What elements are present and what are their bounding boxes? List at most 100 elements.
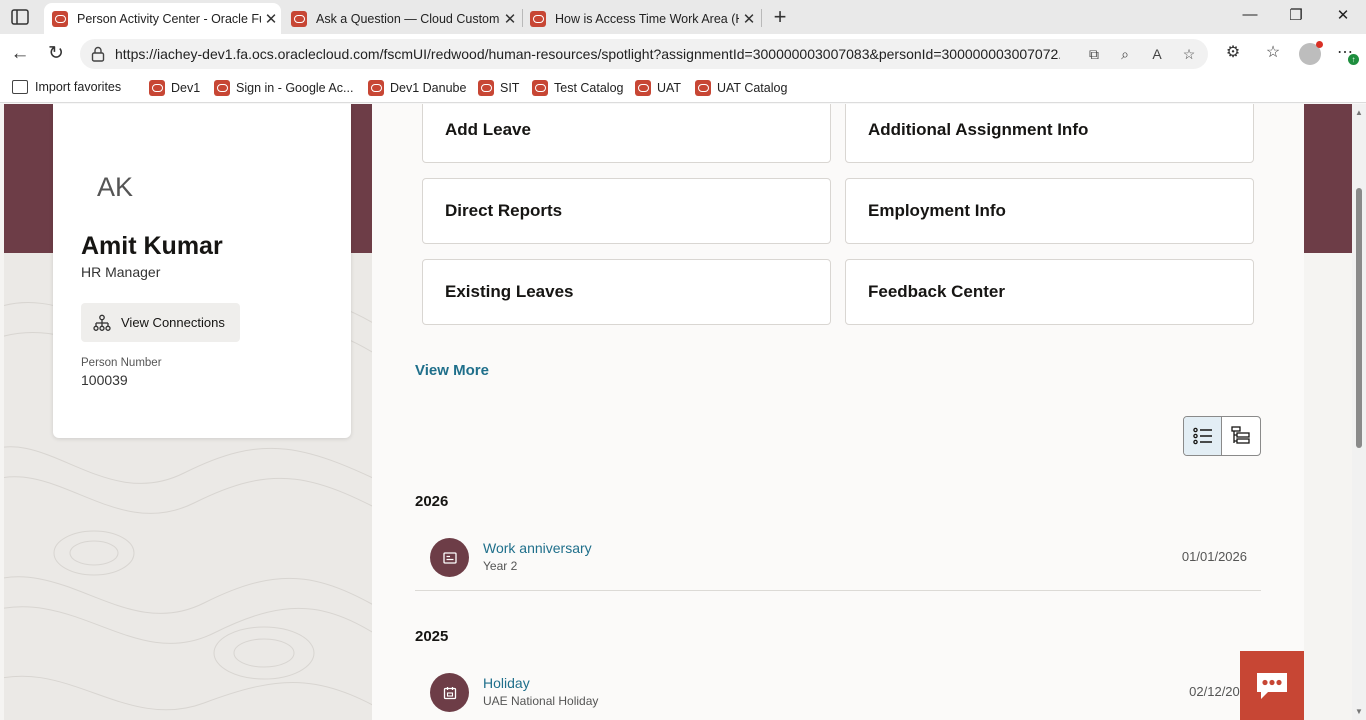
person-number-value: 100039 [81,372,128,388]
address-bar[interactable]: https://iachey-dev1.fa.ocs.oraclecloud.c… [80,39,1208,69]
event-title-link[interactable]: Holiday [483,675,530,691]
favorite-label: UAT Catalog [717,81,788,95]
zoom-icon[interactable]: ⌕ [1116,45,1134,63]
timeline-view-button[interactable] [1222,417,1260,455]
avatar-initials: AK [97,172,134,202]
tile-feedback-center[interactable]: Feedback Center [845,259,1254,325]
oracle-favicon-icon [695,80,711,96]
favorites-bar: Import favorites Dev1 Sign in - Google A… [0,74,1366,103]
oracle-favicon-icon [214,80,230,96]
event-subtitle: UAE National Holiday [483,694,599,708]
oracle-favicon-icon [478,80,494,96]
update-badge-icon: ↑ [1348,54,1359,65]
page-content: AK Amit Kumar HR Manager View Connection… [0,104,1352,720]
tab-title: Ask a Question — Cloud Custome [316,11,500,26]
tile-label: Employment Info [868,201,1006,220]
favorite-import[interactable]: Import favorites [12,80,121,94]
profile-avatar[interactable] [1299,41,1323,65]
view-more-link[interactable]: View More [415,362,489,379]
lock-icon[interactable] [91,46,105,62]
person-name: Amit Kumar [81,232,223,260]
back-arrow-icon[interactable]: ← [8,42,32,66]
list-icon [1192,427,1212,445]
tile-existing-leaves[interactable]: Existing Leaves [422,259,831,325]
timeline-icon [1231,426,1250,444]
oracle-favicon-icon [52,10,68,27]
close-tab-icon[interactable]: ✕ [500,10,520,28]
tile-label: Direct Reports [445,201,563,220]
chat-bubble-icon [1257,672,1287,699]
timeline-view-toggle [1183,416,1261,456]
favorite-dev1-danube[interactable]: Dev1 Danube [368,80,466,96]
scroll-down-icon[interactable]: ▼ [1355,707,1363,716]
tab-person-activity-center[interactable]: Person Activity Center - Oracle Fu ✕ [44,3,281,34]
scroll-thumb[interactable] [1356,188,1362,448]
tile-employment-info[interactable]: Employment Info [845,178,1254,244]
tile-label: Additional Assignment Info [868,120,1089,139]
tile-label: Add Leave [445,120,531,139]
org-chart-icon [93,314,111,331]
open-in-app-icon[interactable]: ⧉ [1085,45,1103,63]
close-tab-icon[interactable]: ✕ [739,10,759,28]
close-window-icon[interactable]: ✕ [1333,6,1353,24]
new-tab-button[interactable]: + [769,4,791,30]
favorite-test-catalog[interactable]: Test Catalog [532,80,623,96]
favorite-uat-catalog[interactable]: UAT Catalog [695,80,787,96]
tab-ask-a-question[interactable]: Ask a Question — Cloud Custome ✕ [283,3,520,34]
header-band-right [1304,104,1352,253]
restore-icon[interactable]: ❐ [1286,6,1306,24]
person-number-label: Person Number [81,357,162,369]
tab-actions-icon[interactable] [10,7,30,27]
refresh-icon[interactable]: ↻ [44,42,68,66]
minimize-icon[interactable]: — [1240,6,1260,23]
favorite-sit[interactable]: SIT [478,80,519,96]
id-card-icon [430,538,469,577]
view-connections-label: View Connections [121,315,225,330]
favorite-dev1[interactable]: Dev1 [149,80,200,96]
scroll-up-icon[interactable]: ▲ [1355,108,1363,117]
url-text[interactable]: https://iachey-dev1.fa.ocs.oraclecloud.c… [115,46,1060,62]
year-heading: 2025 [415,628,449,645]
address-bar-row: ← ↻ https://iachey-dev1.fa.ocs.oracleclo… [0,34,1366,74]
event-date: 01/01/2026 [1181,549,1247,564]
event-subtitle: Year 2 [483,559,518,573]
tab-access-time-work-area[interactable]: How is Access Time Work Area (H ✕ [522,3,759,34]
favorite-star-icon[interactable]: ☆ [1180,45,1198,63]
event-date: 02/12/202 [1189,684,1247,699]
favorites-icon[interactable]: ☆ [1263,43,1283,63]
list-view-button[interactable] [1184,417,1223,455]
close-tab-icon[interactable]: ✕ [261,10,281,28]
oracle-favicon-icon [368,80,384,96]
page-scrollbar[interactable]: ▲ ▼ [1352,104,1366,720]
profile-card: AK Amit Kumar HR Manager View Connection… [53,104,351,438]
chat-assistant-button[interactable] [1240,651,1304,720]
favorite-google-signin[interactable]: Sign in - Google Ac... [214,80,353,96]
favorite-label: Dev1 [171,81,201,95]
favorite-label: Sign in - Google Ac... [236,81,354,95]
oracle-favicon-icon [635,80,651,96]
favorite-label: Dev1 Danube [390,81,467,95]
timeline-event: Work anniversary Year 2 01/01/2026 [430,538,1260,578]
tile-direct-reports[interactable]: Direct Reports [422,178,831,244]
tile-additional-assignment-info[interactable]: Additional Assignment Info [845,104,1254,163]
view-connections-button[interactable]: View Connections [81,303,240,342]
favorite-label: SIT [500,81,520,95]
favorite-label: UAT [657,81,682,95]
tab-strip: Person Activity Center - Oracle Fu ✕ Ask… [0,0,1366,34]
tab-title: Person Activity Center - Oracle Fu [77,11,261,26]
oracle-favicon-icon [291,10,307,27]
extensions-icon[interactable]: ⚙ [1223,43,1243,63]
event-title-link[interactable]: Work anniversary [483,540,592,556]
tab-title: How is Access Time Work Area (H [555,11,739,26]
tile-label: Feedback Center [868,282,1005,301]
oracle-favicon-icon [532,80,548,96]
favorite-label: Test Catalog [554,81,624,95]
tile-add-leave[interactable]: Add Leave [422,104,831,163]
favorite-uat[interactable]: UAT [635,80,681,96]
timeline-divider [415,590,1261,591]
oracle-favicon-icon [149,80,165,96]
calendar-icon [430,673,469,712]
tab-separator [761,9,762,27]
read-aloud-icon[interactable]: A [1148,45,1166,63]
tile-label: Existing Leaves [445,282,574,301]
